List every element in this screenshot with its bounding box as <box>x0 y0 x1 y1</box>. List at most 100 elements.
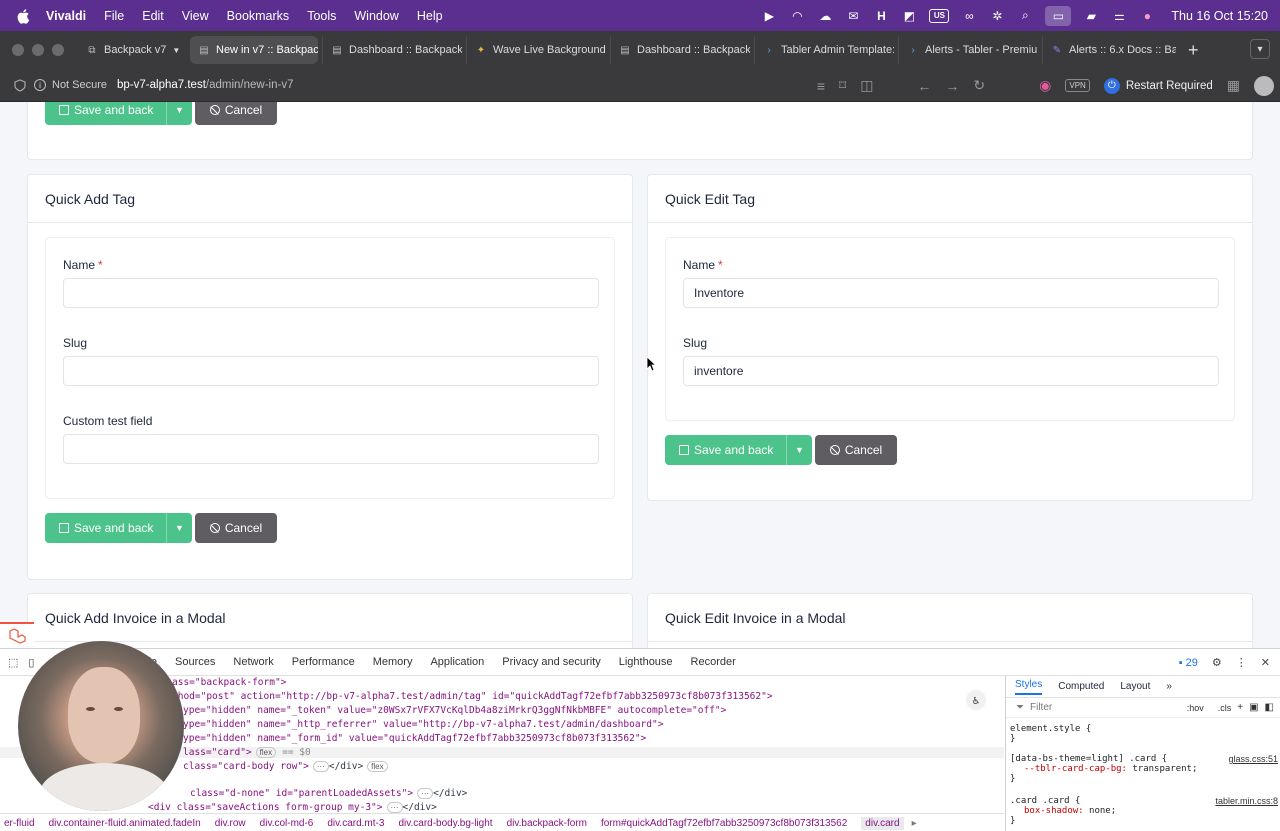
ellipsis-badge[interactable]: ··· <box>417 788 434 799</box>
restart-required-button[interactable]: ⏻ Restart Required <box>1103 77 1213 94</box>
menu-edit[interactable]: Edit <box>142 9 164 23</box>
devtools-tab-sources[interactable]: Sources <box>175 656 215 668</box>
tab-stack[interactable]: ⧉ Backpack v7 ▼ <box>78 36 186 64</box>
menu-window[interactable]: Window <box>354 9 398 23</box>
sidebar-toggle-icon[interactable]: ◧ <box>1265 702 1274 713</box>
back-icon[interactable]: ← <box>917 78 931 94</box>
bookmark-icon[interactable]: ⌑ <box>839 77 846 94</box>
menu-help[interactable]: Help <box>417 9 443 23</box>
forward-icon[interactable]: → <box>945 78 959 94</box>
tab-tabler-admin[interactable]: › Tabler Admin Template: <box>754 36 894 64</box>
tab-new-in-v7[interactable]: ▤ New in v7 :: Backpack A <box>190 36 318 64</box>
app-name-menu[interactable]: Vivaldi <box>46 9 86 23</box>
cls-toggle[interactable]: .cls <box>1218 703 1232 713</box>
extensions-icon[interactable]: ▦ <box>1227 77 1240 94</box>
tab-computed[interactable]: Computed <box>1058 681 1104 692</box>
h-icon[interactable]: H <box>873 9 889 23</box>
new-tab-button[interactable]: + <box>1188 40 1199 61</box>
flex-badge[interactable]: flex <box>255 747 277 758</box>
chevron-down-icon[interactable]: ▼ <box>166 102 192 125</box>
color-picker-icon[interactable]: ◉ <box>1039 77 1051 94</box>
tab-dashboard-1[interactable]: ▤ Dashboard :: Backpack <box>322 36 462 64</box>
dom-node-line[interactable]: class="card-body row"> ··· </div> flex <box>183 761 388 772</box>
devtools-tab-privacy[interactable]: Privacy and security <box>502 656 600 668</box>
ellipsis-badge[interactable]: ··· <box>312 761 329 772</box>
link-icon[interactable]: ∞ <box>961 9 977 23</box>
tab-list-menu-button[interactable]: ▾ <box>1250 39 1270 59</box>
rule-source-link[interactable]: tabler.min.css:8 <box>1215 796 1278 806</box>
custom-test-field-input[interactable] <box>63 434 599 464</box>
device-toolbar-icon[interactable]: ▯ <box>28 656 34 669</box>
dom-node-line[interactable]: ype="hidden" name="_http_referrer" value… <box>183 719 663 730</box>
more-tabs-icon[interactable]: » <box>1166 681 1172 692</box>
dom-node-line[interactable]: thod="post" action="http://bp-v7-alpha7.… <box>172 691 773 702</box>
top-save-and-back-button[interactable]: Save and back ▼ <box>45 102 192 125</box>
dom-node-line[interactable]: <div class="saveActions form-group my-3"… <box>148 802 437 813</box>
hov-toggle[interactable]: :hov <box>1187 703 1204 713</box>
quick-add-save-and-back-button[interactable]: Save and back ▼ <box>45 513 192 543</box>
accessibility-icon[interactable]: ♿ <box>966 690 986 710</box>
profile-avatar[interactable] <box>1254 75 1274 96</box>
control-center-icon[interactable]: ⚌ <box>1111 9 1127 23</box>
devtools-tab-network[interactable]: Network <box>233 656 273 668</box>
name-input[interactable]: Inventore <box>683 278 1219 308</box>
battery-icon[interactable]: ▰ <box>1083 9 1099 23</box>
more-options-icon[interactable]: ⋮ <box>1236 656 1247 669</box>
slug-input[interactable] <box>63 356 599 386</box>
menu-view[interactable]: View <box>182 9 209 23</box>
play-icon[interactable]: ▶ <box>761 9 777 23</box>
minimize-window-button[interactable] <box>32 44 44 56</box>
breadcrumb-item[interactable]: div.backpack-form <box>507 818 587 829</box>
chevron-down-icon[interactable]: ▼ <box>166 513 192 543</box>
close-icon[interactable]: ✕ <box>1261 656 1270 669</box>
breadcrumb-item[interactable]: div.col-md-6 <box>260 818 314 829</box>
style-rule[interactable]: [data-bs-theme=light] .card { glass.css:… <box>1010 754 1278 784</box>
breadcrumb-item[interactable]: form#quickAddTagf72efbf7abb3250973cf8b07… <box>601 818 847 829</box>
panel-toggle-icon[interactable]: ◫ <box>860 77 873 94</box>
top-cancel-button[interactable]: Cancel <box>195 102 277 125</box>
style-rule[interactable]: .card .card { tabler.min.css:8 box-shado… <box>1010 796 1278 826</box>
keyboard-layout-indicator[interactable]: US <box>929 8 950 23</box>
breadcrumb-item[interactable]: div.card-body.bg-light <box>398 818 492 829</box>
arc-icon[interactable]: ◠ <box>789 9 805 23</box>
ellipsis-badge[interactable]: ··· <box>386 802 403 813</box>
menu-tools[interactable]: Tools <box>307 9 336 23</box>
chevron-down-icon[interactable]: ▼ <box>786 435 812 465</box>
clock[interactable]: Thu 16 Oct 15:20 <box>1171 9 1268 23</box>
menu-bookmarks[interactable]: Bookmarks <box>227 9 290 23</box>
add-rule-icon[interactable]: + <box>1237 702 1243 713</box>
inspect-element-icon[interactable]: ⬚ <box>8 656 18 669</box>
search-icon[interactable]: ⌕ <box>1017 8 1033 23</box>
reader-view-icon[interactable]: ≡ <box>817 78 825 94</box>
siri-icon[interactable]: ● <box>1139 9 1155 23</box>
tab-wave-live[interactable]: ✦ Wave Live Background A <box>466 36 606 64</box>
gear-icon[interactable]: ⚙ <box>1212 656 1222 669</box>
tab-tabler-alerts[interactable]: › Alerts - Tabler - Premiu <box>898 36 1038 64</box>
rule-source-link[interactable]: glass.css:51 <box>1228 754 1278 764</box>
shield-icon[interactable] <box>14 78 26 92</box>
chevron-right-icon[interactable]: ▸ <box>912 818 917 829</box>
paint-icon[interactable]: ▣ <box>1249 702 1258 713</box>
mail-icon[interactable]: ✉ <box>845 9 861 23</box>
devtools-tab-performance[interactable]: Performance <box>292 656 355 668</box>
zoom-window-button[interactable] <box>52 44 64 56</box>
menu-file[interactable]: File <box>104 9 124 23</box>
dom-node-line[interactable]: class="d-none" id="parentLoadedAssets"> ·… <box>190 788 467 799</box>
devtools-tab-application[interactable]: Application <box>430 656 484 668</box>
close-window-button[interactable] <box>12 44 24 56</box>
tab-layout[interactable]: Layout <box>1120 681 1150 692</box>
issues-badge[interactable]: ▪ 29 <box>1179 657 1198 669</box>
apple-icon[interactable] <box>16 8 32 24</box>
security-label[interactable]: Not Secure <box>52 79 107 91</box>
breadcrumb-item-current[interactable]: div.card <box>861 816 904 830</box>
screenshot-icon[interactable]: ◩ <box>901 9 917 23</box>
dom-node-line[interactable]: ype="hidden" name="_form_id" value="quic… <box>183 733 646 744</box>
url-field[interactable]: bp-v7-alpha7.test/admin/new-in-v7 <box>117 79 293 91</box>
slug-input[interactable]: inventore <box>683 356 1219 386</box>
screen-mirror-icon[interactable]: ▭ <box>1045 5 1072 26</box>
breadcrumb-item[interactable]: div.container-fluid.animated.fadeIn <box>49 818 201 829</box>
quick-edit-cancel-button[interactable]: Cancel <box>815 435 897 465</box>
dom-node-line[interactable]: ass="backpack-form"> <box>172 677 286 688</box>
breadcrumb-item[interactable]: div.card.mt-3 <box>327 818 384 829</box>
settings-gear-icon[interactable]: ✲ <box>989 9 1005 23</box>
